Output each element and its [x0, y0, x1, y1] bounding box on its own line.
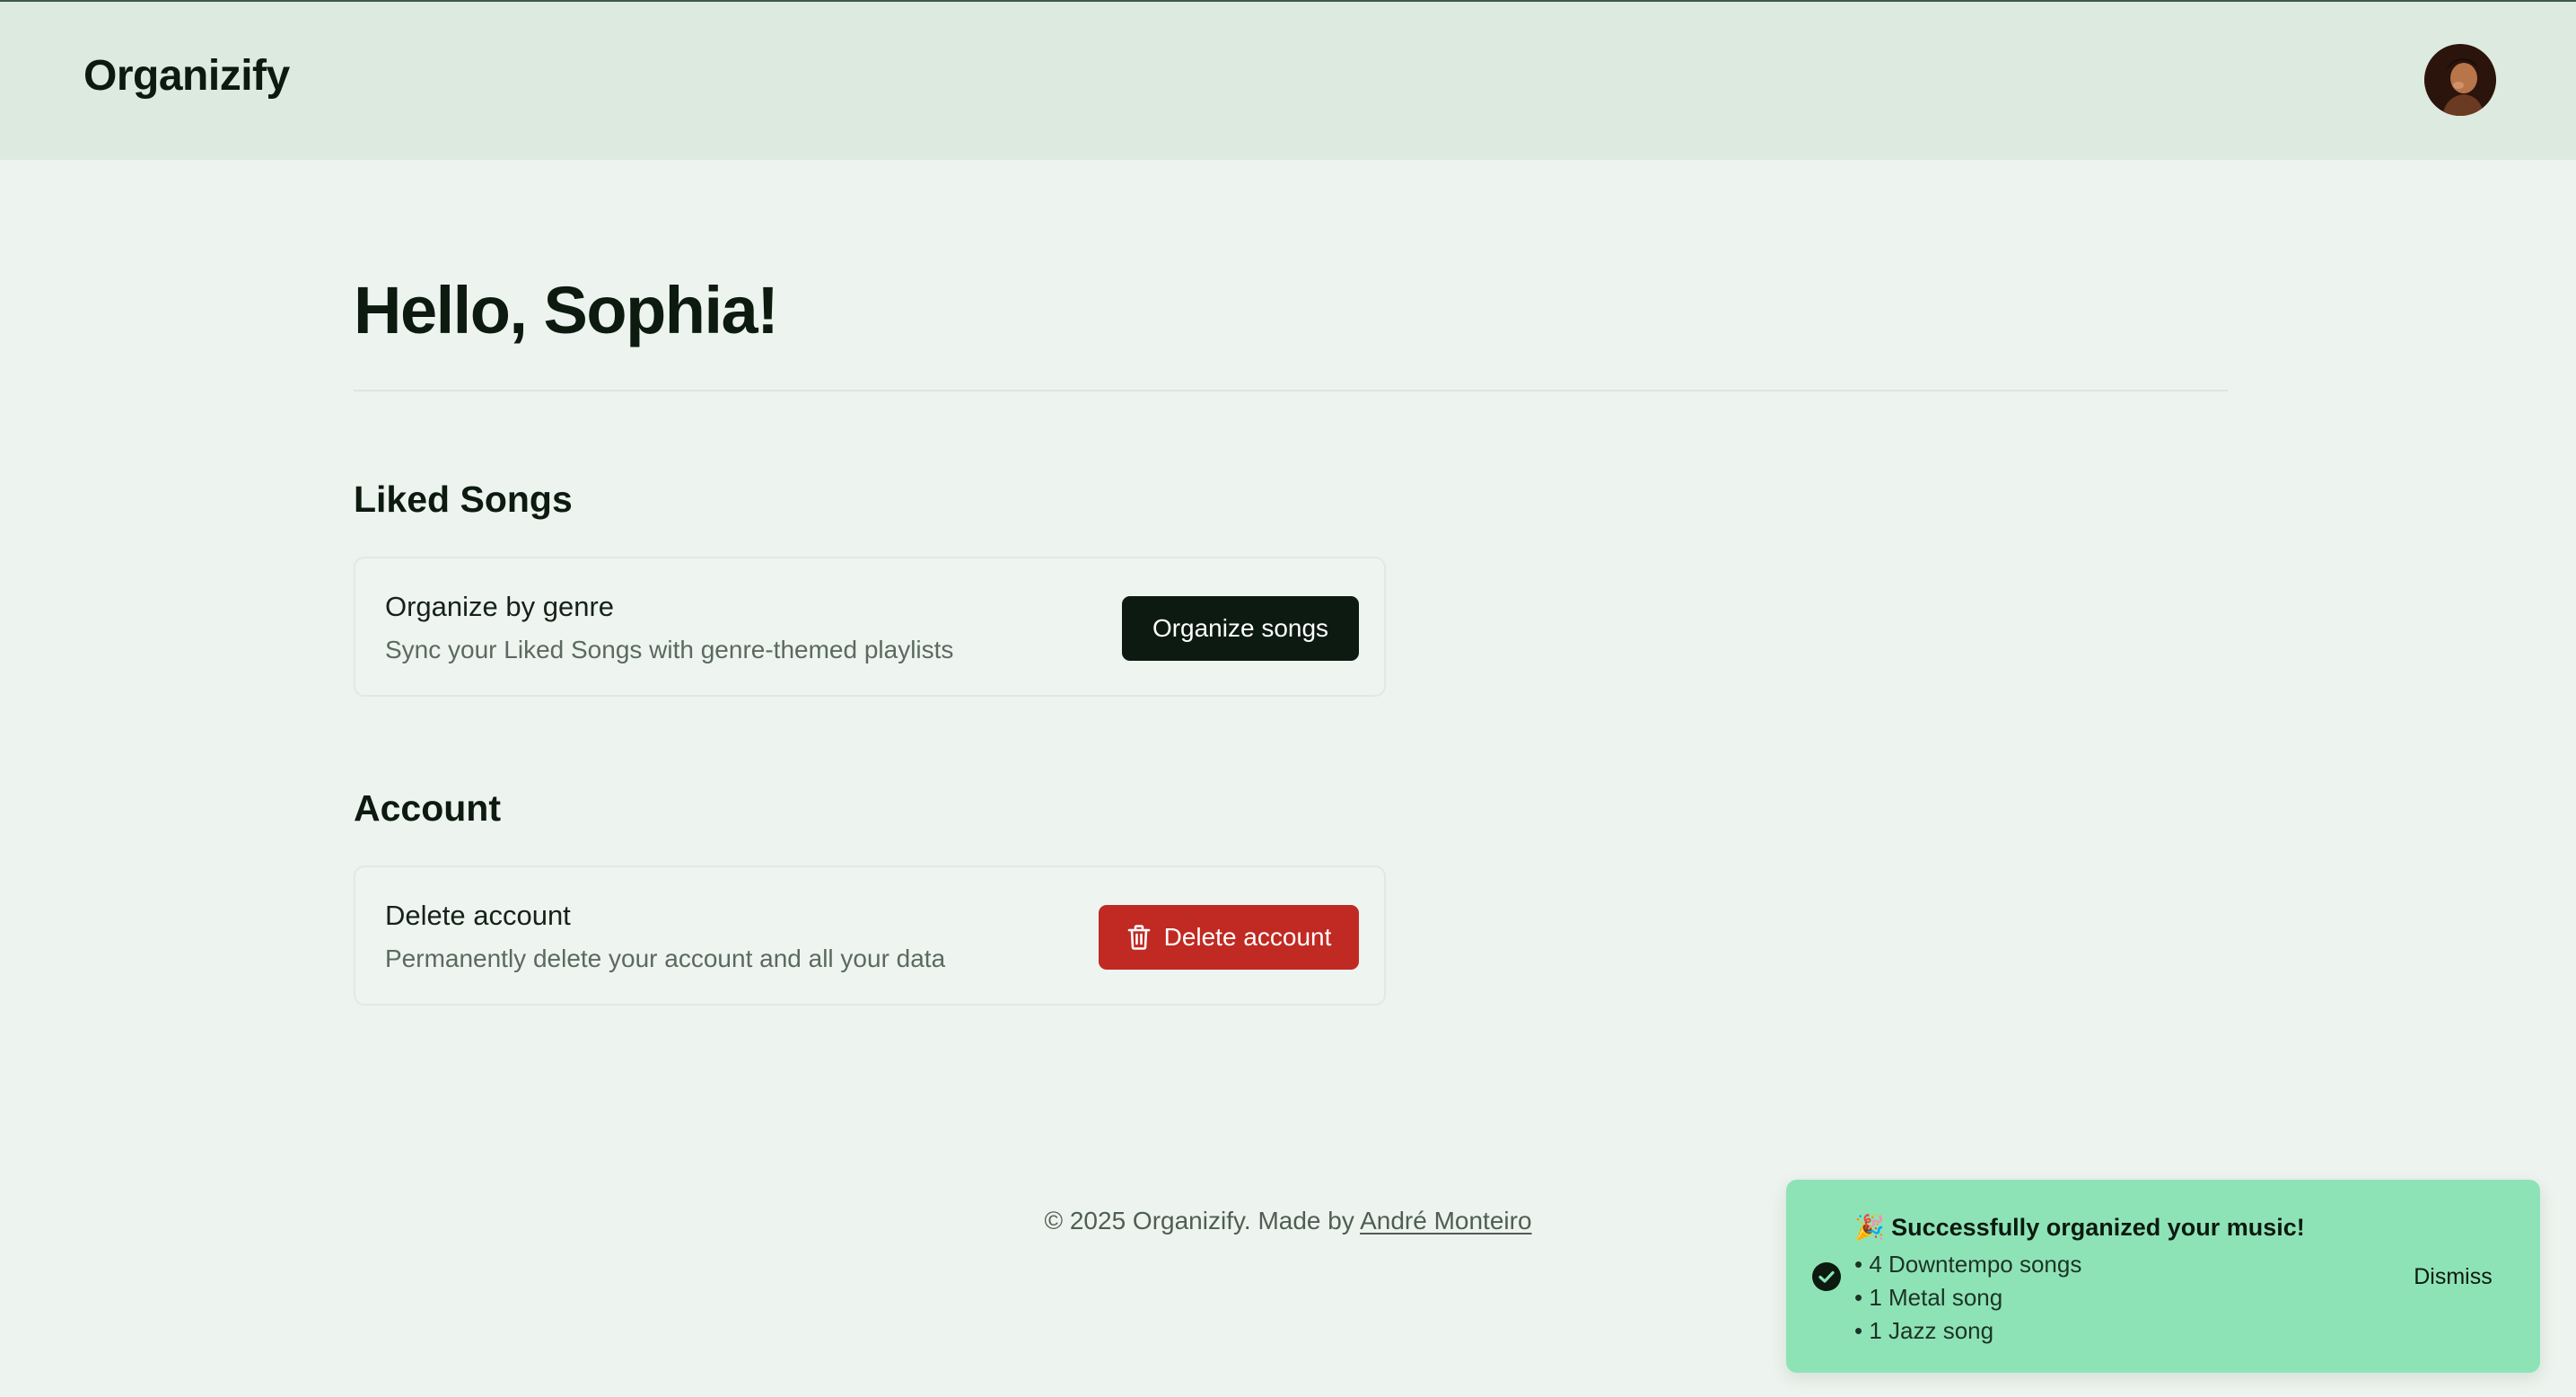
app-logo[interactable]: Organizify	[83, 51, 290, 101]
user-avatar[interactable]	[2424, 44, 2496, 116]
section-title-account: Account	[354, 787, 501, 829]
organize-card-description: Sync your Liked Songs with genre-themed …	[385, 636, 954, 663]
toast-summary-list: 4 Downtempo songs 1 Metal song 1 Jazz so…	[1854, 1248, 2393, 1348]
toast-summary-item: 4 Downtempo songs	[1854, 1248, 2393, 1281]
check-circle-icon	[1811, 1261, 1842, 1292]
delete-account-button-label: Delete account	[1163, 923, 1332, 951]
delete-account-card: Delete account Permanently delete your a…	[354, 865, 1386, 1006]
avatar-portrait-icon	[2424, 44, 2496, 116]
app-header: Organizify	[0, 2, 2576, 160]
organize-songs-button-label: Organize songs	[1152, 614, 1329, 642]
organize-card: Organize by genre Sync your Liked Songs …	[354, 557, 1386, 697]
toast-summary-item: 1 Metal song	[1854, 1281, 2393, 1314]
toast-dismiss-button[interactable]: Dismiss	[2395, 1254, 2511, 1299]
section-title-liked-songs: Liked Songs	[354, 479, 573, 520]
organize-songs-button[interactable]: Organize songs	[1122, 596, 1359, 661]
page-greeting: Hello, Sophia!	[354, 273, 779, 347]
toast-summary-item: 1 Jazz song	[1854, 1314, 2393, 1348]
trash-icon	[1126, 924, 1152, 951]
delete-account-card-description: Permanently delete your account and all …	[385, 945, 946, 972]
toast-body: 🎉 Successfully organized your music! 4 D…	[1854, 1210, 2393, 1348]
footer-copyright: © 2025 Organizify. Made by	[1044, 1207, 1361, 1234]
greeting-divider	[354, 390, 2228, 391]
footer-author-link[interactable]: André Monteiro	[1360, 1207, 1531, 1234]
delete-account-card-title: Delete account	[385, 900, 571, 931]
toast-title: 🎉 Successfully organized your music!	[1854, 1214, 2305, 1241]
organize-card-title: Organize by genre	[385, 591, 615, 622]
delete-account-button[interactable]: Delete account	[1099, 905, 1359, 970]
success-toast: 🎉 Successfully organized your music! 4 D…	[1786, 1180, 2540, 1373]
